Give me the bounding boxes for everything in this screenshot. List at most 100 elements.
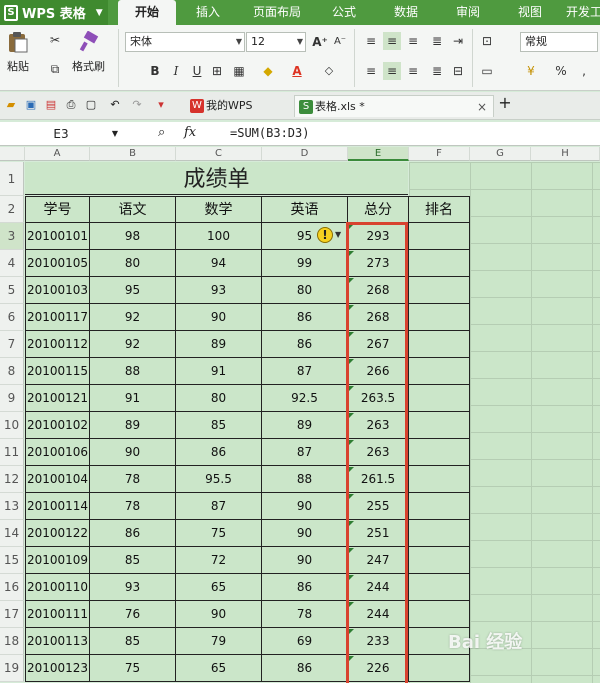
search-icon[interactable]: ⌕ [158, 125, 165, 140]
data-cell[interactable]: 20100105 [25, 250, 90, 277]
data-cell[interactable]: 20100121 [25, 385, 90, 412]
paste-button[interactable]: 粘贴 [6, 31, 30, 74]
data-cell[interactable]: 85 [90, 628, 176, 655]
data-cell[interactable]: 20100123 [25, 655, 90, 682]
row-header[interactable]: 3 [0, 223, 24, 250]
data-cell[interactable]: 93 [90, 574, 176, 601]
doc-tab-active[interactable]: S 表格.xls * × [294, 95, 494, 117]
align-bottom-icon[interactable]: ≡ [404, 32, 422, 50]
column-header[interactable]: A [25, 147, 90, 161]
data-cell[interactable]: 92.5 [262, 385, 348, 412]
justify-icon[interactable]: ≣ [428, 62, 446, 80]
data-cell[interactable]: 93 [176, 277, 262, 304]
tab-insert[interactable]: 插入 [186, 0, 230, 25]
total-cell[interactable]: 261.5 [348, 466, 409, 493]
row-header[interactable]: 11 [0, 439, 24, 466]
select-all-corner[interactable] [0, 147, 25, 161]
total-cell[interactable]: 268 [348, 304, 409, 331]
total-cell[interactable]: 255 [348, 493, 409, 520]
data-cell[interactable]: 75 [90, 655, 176, 682]
row-header[interactable]: 1 [0, 162, 24, 196]
formula-input[interactable]: =SUM(B3:D3) [230, 126, 309, 140]
data-cell[interactable]: 91 [90, 385, 176, 412]
total-cell[interactable]: 263 [348, 439, 409, 466]
rank-cell[interactable] [409, 439, 470, 466]
total-cell[interactable]: 263 [348, 412, 409, 439]
new-tab-icon[interactable]: + [498, 95, 512, 111]
data-cell[interactable]: 92 [90, 304, 176, 331]
data-cell[interactable]: 88 [90, 358, 176, 385]
wrap-text-icon[interactable]: ≣ [428, 32, 446, 50]
data-cell[interactable]: 90 [176, 304, 262, 331]
data-cell[interactable]: 76 [90, 601, 176, 628]
row-header[interactable]: 10 [0, 412, 24, 439]
data-cell[interactable]: 65 [176, 574, 262, 601]
tab-home[interactable]: 开始 [118, 0, 176, 25]
header-student-id[interactable]: 学号 [25, 196, 90, 223]
data-cell[interactable]: 89 [176, 331, 262, 358]
data-cell[interactable]: 20100102 [25, 412, 90, 439]
data-cell[interactable]: 75 [176, 520, 262, 547]
data-cell[interactable]: 20100109 [25, 547, 90, 574]
data-cell[interactable]: 20100104 [25, 466, 90, 493]
print-preview-icon[interactable]: ▢ [84, 98, 98, 112]
row-header[interactable]: 15 [0, 547, 24, 574]
data-cell[interactable]: 86 [262, 574, 348, 601]
rank-cell[interactable] [409, 277, 470, 304]
data-cell[interactable]: 87 [262, 358, 348, 385]
data-cell[interactable]: 100 [176, 223, 262, 250]
data-cell[interactable]: 90 [90, 439, 176, 466]
total-cell[interactable]: 267 [348, 331, 409, 358]
data-cell[interactable]: 85 [176, 412, 262, 439]
row-header[interactable]: 19 [0, 655, 24, 682]
fill-color-icon[interactable]: ◆ [259, 62, 277, 80]
data-cell[interactable]: 86 [262, 655, 348, 682]
rank-cell[interactable] [409, 250, 470, 277]
align-top-icon[interactable]: ≡ [362, 32, 380, 50]
data-cell[interactable]: 20100117 [25, 304, 90, 331]
row-header[interactable]: 9 [0, 385, 24, 412]
column-header[interactable]: G [470, 147, 531, 161]
format-painter-button[interactable]: 格式刷 [72, 31, 105, 74]
data-cell[interactable]: 85 [90, 547, 176, 574]
data-cell[interactable]: 87 [262, 439, 348, 466]
data-cell[interactable]: 80 [90, 250, 176, 277]
row-header[interactable]: 6 [0, 304, 24, 331]
total-cell[interactable]: 233 [348, 628, 409, 655]
underline-button[interactable]: U [188, 62, 206, 80]
export-pdf-icon[interactable]: ▤ [44, 98, 58, 112]
data-cell[interactable]: 78 [90, 493, 176, 520]
data-cell[interactable]: 78 [262, 601, 348, 628]
data-cell[interactable]: 94 [176, 250, 262, 277]
font-name-select[interactable]: 宋体 ▼ [125, 32, 245, 52]
percent-button[interactable]: % [552, 62, 570, 80]
merge-cells-icon[interactable]: ⊡ [478, 32, 496, 50]
save-icon[interactable]: ▣ [24, 98, 38, 112]
rank-cell[interactable] [409, 520, 470, 547]
rank-cell[interactable] [409, 223, 470, 250]
data-cell[interactable]: 80 [176, 385, 262, 412]
header-total[interactable]: 总分 [348, 196, 409, 223]
data-cell[interactable]: 86 [90, 520, 176, 547]
data-cell[interactable]: 20100110 [25, 574, 90, 601]
warning-icon[interactable]: ! [317, 227, 333, 243]
redo-icon[interactable]: ↷ [130, 98, 144, 112]
data-cell[interactable]: 78 [90, 466, 176, 493]
data-cell[interactable]: 20100122 [25, 520, 90, 547]
data-cell[interactable]: 95 [90, 277, 176, 304]
column-header[interactable]: C [176, 147, 262, 161]
rank-cell[interactable] [409, 331, 470, 358]
data-cell[interactable]: 86 [262, 304, 348, 331]
tab-view[interactable]: 视图 [508, 0, 552, 25]
header-rank[interactable]: 排名 [409, 196, 470, 223]
column-header[interactable]: F [409, 147, 470, 161]
data-cell[interactable]: 79 [176, 628, 262, 655]
row-header[interactable]: 8 [0, 358, 24, 385]
data-cell[interactable]: 80 [262, 277, 348, 304]
data-cell[interactable]: 92 [90, 331, 176, 358]
total-cell[interactable]: 273 [348, 250, 409, 277]
header-math[interactable]: 数学 [176, 196, 262, 223]
column-header[interactable]: B [90, 147, 176, 161]
data-cell[interactable]: 20100112 [25, 331, 90, 358]
data-cell[interactable]: 65 [176, 655, 262, 682]
